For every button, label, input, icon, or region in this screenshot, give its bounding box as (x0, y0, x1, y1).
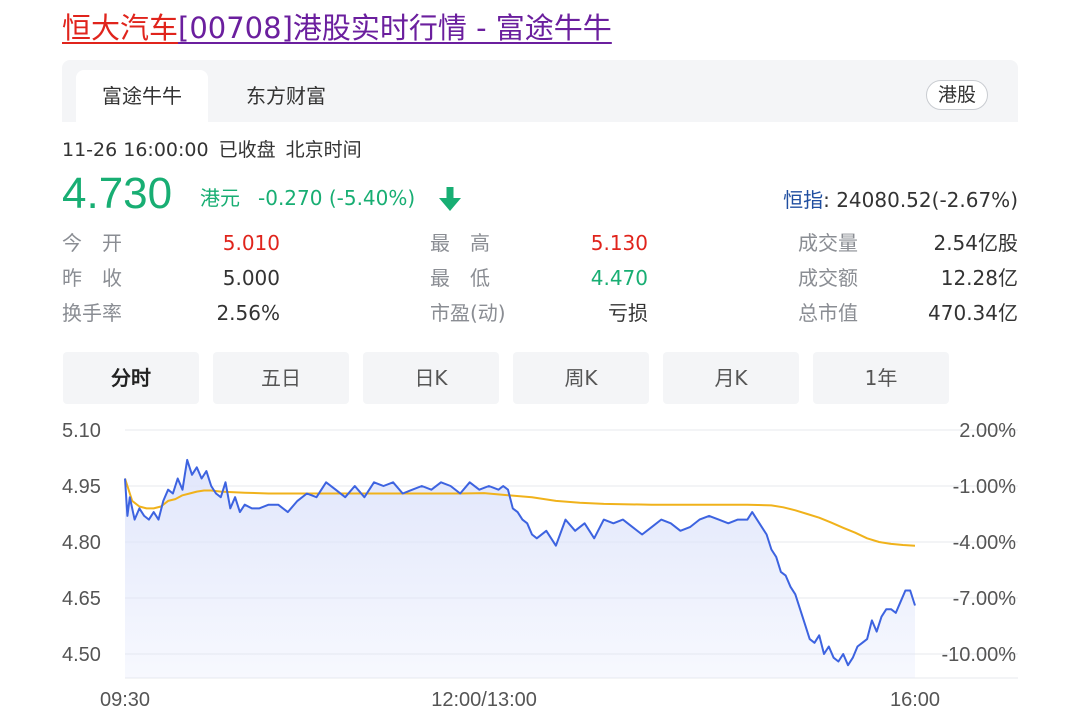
x-tick-label: 16:00 (890, 689, 940, 711)
y-tick-right-label: -1.00% (953, 476, 1017, 498)
y-tick-left-label: 4.65 (62, 588, 101, 610)
intraday-chart[interactable]: 5.10 4.95 4.80 4.65 4.50 2.00% -1.00% -4.00% -7.… (0, 0, 1080, 724)
x-tick-label: 09:30 (100, 689, 150, 711)
y-tick-right-label: -7.00% (953, 588, 1017, 610)
y-tick-right-label: 2.00% (959, 420, 1016, 442)
y-tick-right-label: -4.00% (953, 532, 1017, 554)
y-tick-left-label: 4.80 (62, 532, 101, 554)
y-tick-left-label: 5.10 (62, 420, 101, 442)
y-tick-right-label: -10.00% (942, 644, 1017, 666)
y-tick-left-label: 4.50 (62, 644, 101, 666)
x-tick-label: 12:00/13:00 (431, 689, 537, 711)
y-tick-left-label: 4.95 (62, 476, 101, 498)
